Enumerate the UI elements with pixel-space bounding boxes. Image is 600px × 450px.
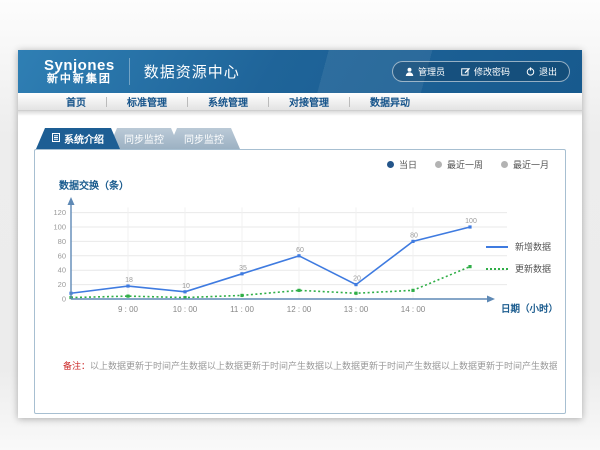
svg-text:10 : 00: 10 : 00 (173, 305, 198, 314)
logout-label: 退出 (539, 65, 557, 78)
nav-item-data-change[interactable]: 数据异动 (350, 94, 430, 109)
svg-text:18: 18 (125, 277, 133, 284)
tab-bar: 系统介绍 同步监控 同步监控 (36, 128, 566, 149)
svg-text:120: 120 (53, 208, 66, 217)
legend-item-update-data: 更新数据 (486, 262, 551, 275)
logout-button[interactable]: 退出 (526, 65, 557, 78)
period-filter-group: 当日 最近一周 最近一月 (387, 158, 549, 171)
tab-label: 同步监控 (184, 131, 224, 146)
svg-text:20: 20 (353, 276, 361, 283)
edit-icon (461, 67, 470, 76)
svg-text:100: 100 (465, 218, 477, 225)
main-content: 系统介绍 同步监控 同步监控 当日 最近一周 (18, 116, 582, 414)
admin-user-button[interactable]: 管理员 (405, 65, 445, 78)
change-password-label: 修改密码 (474, 65, 510, 78)
footnote-label: 备注： (63, 361, 90, 371)
svg-text:14 : 00: 14 : 00 (401, 305, 426, 314)
svg-text:40: 40 (58, 266, 66, 275)
nav-item-interface-mgmt[interactable]: 对接管理 (269, 94, 349, 109)
radio-today[interactable]: 当日 (387, 158, 417, 171)
tab-label: 同步监控 (124, 131, 164, 146)
radio-last-month[interactable]: 最近一月 (501, 158, 549, 171)
chart-legend: 新增数据 更新数据 (486, 240, 551, 275)
legend-item-new-data: 新增数据 (486, 240, 551, 253)
radio-label: 当日 (399, 158, 417, 171)
radio-unselected-icon (501, 161, 508, 168)
svg-text:10: 10 (182, 283, 190, 290)
chart-panel: 当日 最近一周 最近一月 数据交换（条） 0 20 40 60 80 100 120 9 : … (34, 149, 566, 414)
svg-text:60: 60 (58, 251, 66, 260)
solid-line-icon (486, 246, 508, 248)
brand-name: Synjones (44, 58, 115, 74)
change-password-button[interactable]: 修改密码 (461, 65, 510, 78)
svg-text:60: 60 (296, 247, 304, 254)
legend-label: 更新数据 (515, 262, 551, 275)
tab-sync-monitor-2[interactable]: 同步监控 (168, 128, 240, 149)
footnote: 备注：以上数据更新于时间产生数据以上数据更新于时间产生数据以上数据更新于时间产生… (63, 359, 557, 372)
document-icon (52, 133, 60, 145)
page-title: 数据资源中心 (144, 61, 240, 82)
svg-text:20: 20 (58, 280, 66, 289)
svg-text:80: 80 (410, 232, 418, 239)
radio-selected-icon (387, 161, 394, 168)
tab-label: 系统介绍 (64, 131, 104, 146)
svg-text:日期（小时）: 日期（小时） (501, 303, 558, 315)
y-axis-title: 数据交换（条） (59, 177, 129, 192)
tab-system-intro[interactable]: 系统介绍 (36, 128, 120, 149)
radio-last-week[interactable]: 最近一周 (435, 158, 483, 171)
radio-label: 最近一月 (513, 158, 549, 171)
svg-text:9 : 00: 9 : 00 (118, 305, 139, 314)
footnote-text: 以上数据更新于时间产生数据以上数据更新于时间产生数据以上数据更新于时间产生数据以… (90, 361, 557, 371)
svg-text:13 : 00: 13 : 00 (344, 305, 369, 314)
svg-text:80: 80 (58, 237, 66, 246)
tab-sync-monitor-1[interactable]: 同步监控 (108, 128, 180, 149)
main-nav: 首页 标准管理 系统管理 对接管理 数据异动 (18, 93, 582, 111)
svg-text:0: 0 (62, 295, 66, 304)
svg-text:12 : 00: 12 : 00 (287, 305, 312, 314)
nav-item-system-mgmt[interactable]: 系统管理 (188, 94, 268, 109)
svg-text:11 : 00: 11 : 00 (230, 305, 254, 314)
power-icon (526, 67, 535, 76)
radio-unselected-icon (435, 161, 442, 168)
dotted-line-icon (486, 268, 508, 270)
admin-user-label: 管理员 (418, 65, 445, 78)
app-window: Synjones 新中新集团 数据资源中心 管理员 修改密码 退出 (18, 50, 582, 418)
user-menu: 管理员 修改密码 退出 (392, 61, 570, 82)
radio-label: 最近一周 (447, 158, 483, 171)
nav-item-home[interactable]: 首页 (46, 94, 106, 109)
nav-item-standard-mgmt[interactable]: 标准管理 (107, 94, 187, 109)
svg-text:35: 35 (239, 265, 247, 272)
app-header: Synjones 新中新集团 数据资源中心 管理员 修改密码 退出 (18, 50, 582, 93)
legend-label: 新增数据 (515, 240, 551, 253)
svg-text:100: 100 (53, 223, 66, 232)
brand-logo: Synjones 新中新集团 (44, 58, 130, 85)
brand-subtitle: 新中新集团 (47, 74, 112, 86)
user-icon (405, 67, 414, 76)
